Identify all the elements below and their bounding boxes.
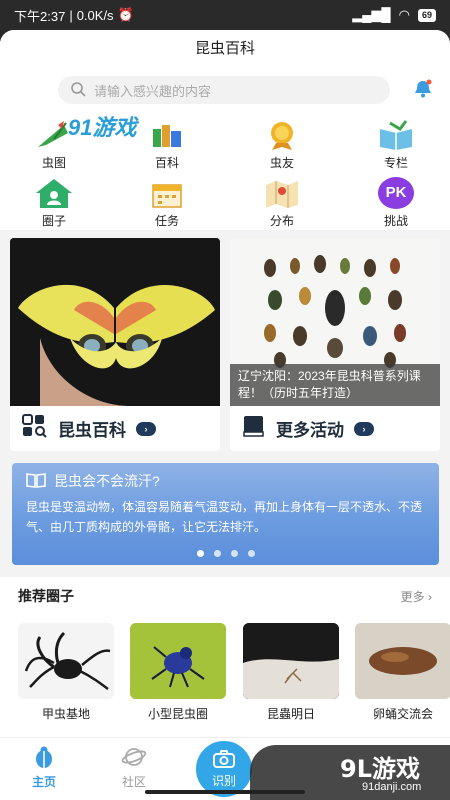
feature-grid: 91游戏 虫图 百科 虫友 专栏 圈子 任务 分布 PK 挑战	[0, 114, 450, 230]
watermark-brand: 9L游戏	[340, 755, 420, 783]
camera-icon	[196, 749, 252, 772]
page-title: 昆虫百科	[0, 30, 450, 68]
tab-community[interactable]: 社区	[104, 744, 164, 790]
banner-body: 昆虫是变温动物，体温容易随着气温变动，再加上身体有一层不透水、不透气、由几丁质构…	[26, 500, 423, 534]
activity-caption: 辽宁沈阳：2023年昆虫科普系列课程！（历时五年打造）	[230, 364, 440, 406]
chevron-right-icon: ›	[136, 421, 156, 436]
grid-item-chongyou[interactable]: 虫友	[237, 118, 327, 171]
search-input[interactable]: 请输入感兴趣的内容	[58, 76, 390, 104]
books-icon	[147, 118, 187, 152]
grid-search-icon	[22, 414, 48, 443]
moth-image	[10, 238, 220, 406]
grid-item-fenbu[interactable]: 分布	[237, 176, 327, 229]
carousel-dot[interactable]	[213, 550, 221, 557]
card-baike-label: 昆虫百科	[58, 421, 126, 440]
beetle-icon	[14, 744, 74, 773]
carousel-dots	[12, 550, 439, 557]
circle-item[interactable]: 甲虫基地	[18, 623, 114, 722]
grid-item-renwu[interactable]: 任务	[122, 176, 212, 229]
grid-item-zhuanlan[interactable]: 专栏	[351, 118, 441, 171]
carousel-dot[interactable]	[247, 550, 255, 557]
pk-icon: PK	[376, 176, 416, 210]
grid-item-quanzi[interactable]: 圈子	[9, 176, 99, 229]
banner-title: 昆虫会不会流汗?	[54, 473, 160, 489]
card-activity-label: 更多活动	[276, 421, 344, 440]
circle-item[interactable]: 昆蟲明日	[243, 623, 339, 722]
section-title: 推荐圈子	[18, 588, 74, 604]
grid-item-baike[interactable]: 百科	[122, 118, 212, 171]
open-book-icon	[26, 472, 46, 491]
insect-collection-image: 辽宁沈阳：2023年昆虫科普系列课程！（历时五年打造）	[230, 238, 440, 406]
status-time: 下午2:37	[14, 8, 66, 24]
wifi-icon: ◠	[398, 7, 410, 22]
mantis-image	[243, 623, 339, 699]
more-link[interactable]: 更多 ›	[401, 588, 432, 605]
circle-item[interactable]: 卵蛹交流会	[355, 623, 450, 722]
status-speed: 0.0K/s	[76, 7, 114, 23]
search-row: 请输入感兴趣的内容	[0, 68, 450, 114]
search-icon	[70, 81, 86, 100]
map-icon	[262, 176, 302, 210]
pupa-image	[355, 623, 450, 699]
watermark-site: 91danji.com	[362, 781, 422, 793]
carousel-dot[interactable]	[196, 550, 204, 557]
calendar-icon	[147, 176, 187, 210]
signal-icon: ▂▄▆█	[352, 7, 391, 22]
app-sheet: 昆虫百科 请输入感兴趣的内容 91游戏 虫图 百科 虫友 专栏 圈子 任务 分布…	[0, 30, 450, 800]
card-baike[interactable]: 昆虫百科 ›	[10, 238, 220, 451]
tab-home[interactable]: 主页	[14, 744, 74, 790]
stag-beetle-image	[18, 623, 114, 699]
status-bar: 下午2:37 | 0.0K/s ⏰ ▂▄▆█ ◠ 69	[0, 0, 450, 30]
medal-icon	[262, 118, 302, 152]
recommended-circles: 推荐圈子 更多 › 甲虫基地 小型昆虫圈 昆蟲明日 卵蛹交流会	[0, 577, 450, 737]
book-icon	[242, 414, 266, 443]
battery-icon: 69	[417, 8, 436, 22]
leaf-icon	[34, 118, 74, 152]
bell-icon[interactable]	[414, 79, 432, 99]
book-open-icon	[376, 118, 416, 152]
planet-icon	[104, 744, 164, 773]
fact-banner[interactable]: 昆虫会不会流汗? 昆虫是变温动物，体温容易随着气温变动，再加上身体有一层不透水、…	[12, 463, 439, 565]
alarm-icon: ⏰	[117, 7, 134, 22]
carousel-dot[interactable]	[230, 550, 238, 557]
home-indicator	[145, 790, 305, 794]
search-placeholder: 请输入感兴趣的内容	[94, 83, 212, 99]
card-activity[interactable]: 辽宁沈阳：2023年昆虫科普系列课程！（历时五年打造） 更多活动 ›	[230, 238, 440, 451]
chevron-right-icon: ›	[354, 421, 374, 436]
grid-item-chongtu[interactable]: 虫图	[9, 118, 99, 171]
circle-item[interactable]: 小型昆虫圈	[130, 623, 226, 722]
blue-beetle-image	[130, 623, 226, 699]
house-icon	[34, 176, 74, 210]
grid-item-tiaozhan[interactable]: PK 挑战	[351, 176, 441, 229]
feature-cards: 昆虫百科 › 辽宁沈阳：2023年昆虫科普系列课程！（历时五年打造） 更多活动 …	[10, 238, 440, 451]
